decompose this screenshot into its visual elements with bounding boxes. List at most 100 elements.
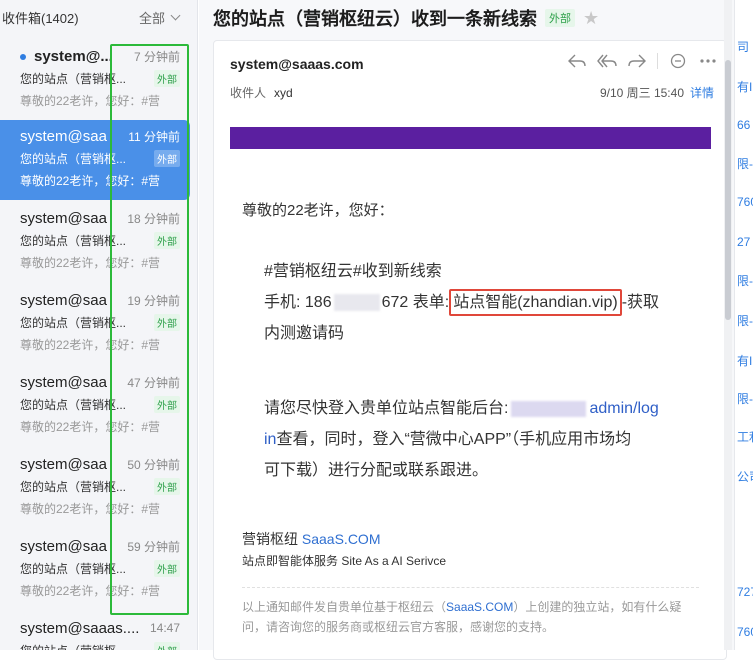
form-line-2: 内测邀请码 [264, 325, 345, 342]
scrollbar-thumb[interactable] [725, 60, 731, 320]
item-subject: 您的站点（营销枢... [20, 316, 127, 330]
footer-divider [242, 587, 699, 588]
phone-prefix: 手机: 186 [264, 294, 332, 311]
list-item[interactable]: system@saa 50 分钟前 您的站点（营销枢... 外部 尊敬的22老许，您… [0, 448, 190, 528]
form-name-highlight: 站点智能(zhandian.vip) [449, 289, 622, 316]
right-strip-item[interactable]: 有I [737, 352, 752, 369]
sender-address: system@saaas.com [230, 56, 364, 72]
right-strip-item[interactable]: 限- [737, 155, 753, 172]
details-link[interactable]: 详情 [690, 84, 714, 101]
right-strip-item[interactable]: 27 [737, 235, 750, 249]
star-icon[interactable]: ★ [583, 8, 599, 29]
external-tag: 外部 [154, 560, 180, 577]
item-time: 19 分钟前 [127, 293, 180, 308]
brand-banner [230, 127, 711, 149]
item-time: 14:47 [149, 621, 180, 635]
list-header: 收件箱(1402) 全部 [0, 0, 197, 34]
right-strip-item[interactable]: 760 [737, 195, 753, 209]
external-tag: 外部 [154, 150, 180, 167]
reply-icon[interactable] [567, 51, 587, 71]
external-tag: 外部 [154, 232, 180, 249]
redacted-phone [333, 294, 380, 312]
lead-heading: #营销枢纽云#收到新线索 [264, 263, 442, 280]
list-item[interactable]: system@saa 19 分钟前 您的站点（营销枢... 外部 尊敬的22老许，您… [0, 284, 190, 364]
item-time: 7 分钟前 [133, 49, 180, 64]
message-card: system@saaas.com 收件人 xyd 9/10 周三 15:40 详情 [213, 40, 727, 660]
message-date: 9/10 周三 15:40 [599, 86, 684, 100]
admin-login-link[interactable]: admin/log [589, 400, 658, 417]
item-preview: 尊敬的22老许，您好：#营 [20, 174, 161, 188]
list-item[interactable]: system@saa 18 分钟前 您的站点（营销枢... 外部 尊敬的22老许，您… [0, 202, 190, 282]
right-strip-item[interactable]: 限- [737, 272, 753, 289]
item-sender: system@saa [20, 455, 107, 473]
item-subject: 您的站点（营销枢... [20, 72, 127, 86]
item-subject: 您的站点（营销枢... [20, 152, 127, 166]
signature-tagline: 站点即智能体服务 Site As a AI Serivce [242, 554, 447, 568]
item-subject: 您的站点（营销枢... [20, 642, 126, 650]
toolbar-divider [657, 53, 658, 69]
forward-icon[interactable] [627, 51, 647, 71]
reading-pane: 您的站点（营销枢纽云）收到一条新线索 外部 ★ system@saaas.com [199, 0, 734, 660]
right-strip-item[interactable]: 66 [737, 118, 750, 132]
item-time: 47 分钟前 [127, 375, 180, 390]
login-rest-2: 可下载）进行分配或联系跟进。 [264, 462, 489, 479]
message-title: 您的站点（营销枢纽云）收到一条新线索 [213, 9, 537, 29]
signature-brand-link[interactable]: SaaaS.COM [302, 531, 381, 547]
list-item[interactable]: system@saa 47 分钟前 您的站点（营销枢... 外部 尊敬的22老许，您… [0, 366, 190, 446]
item-preview: 尊敬的22老许，您好：#营 [20, 338, 161, 352]
comment-icon[interactable] [668, 51, 688, 71]
list-item[interactable]: system@saa 59 分钟前 您的站点（营销枢... 外部 尊敬的22老许，您… [0, 530, 190, 610]
form-trailing: -获取 [621, 294, 660, 311]
right-strip-item[interactable]: 有I [737, 78, 752, 95]
right-strip-item[interactable]: 公司 [737, 468, 753, 485]
item-preview: 尊敬的22老许，您好：#营 [20, 256, 161, 270]
item-subject: 您的站点（营销枢... [20, 480, 127, 494]
filter-dropdown[interactable]: 全部 [139, 8, 181, 27]
item-sender: system@saa [20, 127, 107, 145]
external-tag: 外部 [545, 9, 575, 27]
footer-brand-link[interactable]: SaaaS.COM [446, 600, 513, 614]
right-strip-item[interactable]: 限- [737, 390, 753, 407]
item-preview: 尊敬的22老许，您好：#营 [20, 94, 161, 108]
recipient-name[interactable]: xyd [274, 86, 293, 100]
item-sender: system@saa [20, 209, 107, 227]
item-sender: system@... [34, 47, 113, 65]
lead-phone-line: 手机: 186 672 表单: 站点智能(zhandian.vip) -获取 [264, 287, 704, 318]
right-strip-item[interactable]: 工利 [737, 428, 753, 445]
footer-text-1: 以上通知邮件发自贵单位基于枢纽云（ [242, 600, 447, 614]
external-tag: 外部 [154, 70, 180, 87]
item-preview: 尊敬的22老许，您好：#营 [20, 420, 161, 434]
folder-title: 收件箱(1402) [2, 10, 79, 26]
item-time: 50 分钟前 [127, 457, 180, 472]
login-prefix: 请您尽快登入贵单位站点智能后台: [264, 400, 509, 417]
redacted-url [511, 400, 587, 417]
item-time: 18 分钟前 [127, 211, 180, 226]
right-strip-item[interactable]: 限- [737, 312, 753, 329]
item-time: 59 分钟前 [127, 539, 180, 554]
admin-login-link-cont[interactable]: in [264, 431, 276, 448]
right-strip-item[interactable]: 760 [737, 625, 753, 639]
external-tag: 外部 [154, 478, 180, 495]
list-item[interactable]: system@... 7 分钟前 您的站点（营销枢... 外部 尊敬的22老许，您好… [0, 40, 190, 120]
scrollbar[interactable] [724, 0, 732, 650]
lead-info: #营销枢纽云#收到新线索 手机: 186 672 表单: 站点智能(zhandian… [264, 256, 704, 349]
more-icon[interactable] [698, 51, 718, 71]
reply-all-icon[interactable] [597, 51, 617, 71]
right-strip-item[interactable]: 司 [737, 38, 749, 55]
list-item-selected[interactable]: system@saa 11 分钟前 您的站点（营销枢... 外部 尊敬的22老许，您… [0, 120, 190, 200]
item-sender: system@saa [20, 537, 107, 555]
login-rest-1: 查看，同时，登入“营微中心APP”（手机应用市场均 [276, 431, 632, 448]
item-sender: system@saa [20, 373, 107, 391]
message-list: 收件箱(1402) 全部 system@... 7 分钟前 您的站点（营销枢...… [0, 0, 198, 650]
item-subject: 您的站点（营销枢... [20, 398, 127, 412]
message-toolbar [567, 51, 718, 71]
list-item[interactable]: system@saaas.... 14:47 您的站点（营销枢... 外部 [0, 612, 190, 650]
signature-org: 营销枢纽 [242, 531, 298, 547]
signature-name: 营销枢纽 SaaaS.COM [242, 529, 380, 549]
item-subject: 您的站点（营销枢... [20, 562, 127, 576]
right-strip-item[interactable]: 727 [737, 585, 753, 599]
item-preview: 尊敬的22老许，您好：#营 [20, 502, 161, 516]
external-tag: 外部 [154, 396, 180, 413]
item-time: 11 分钟前 [128, 129, 180, 144]
message-title-bar: 您的站点（营销枢纽云）收到一条新线索 外部 ★ [213, 6, 734, 30]
